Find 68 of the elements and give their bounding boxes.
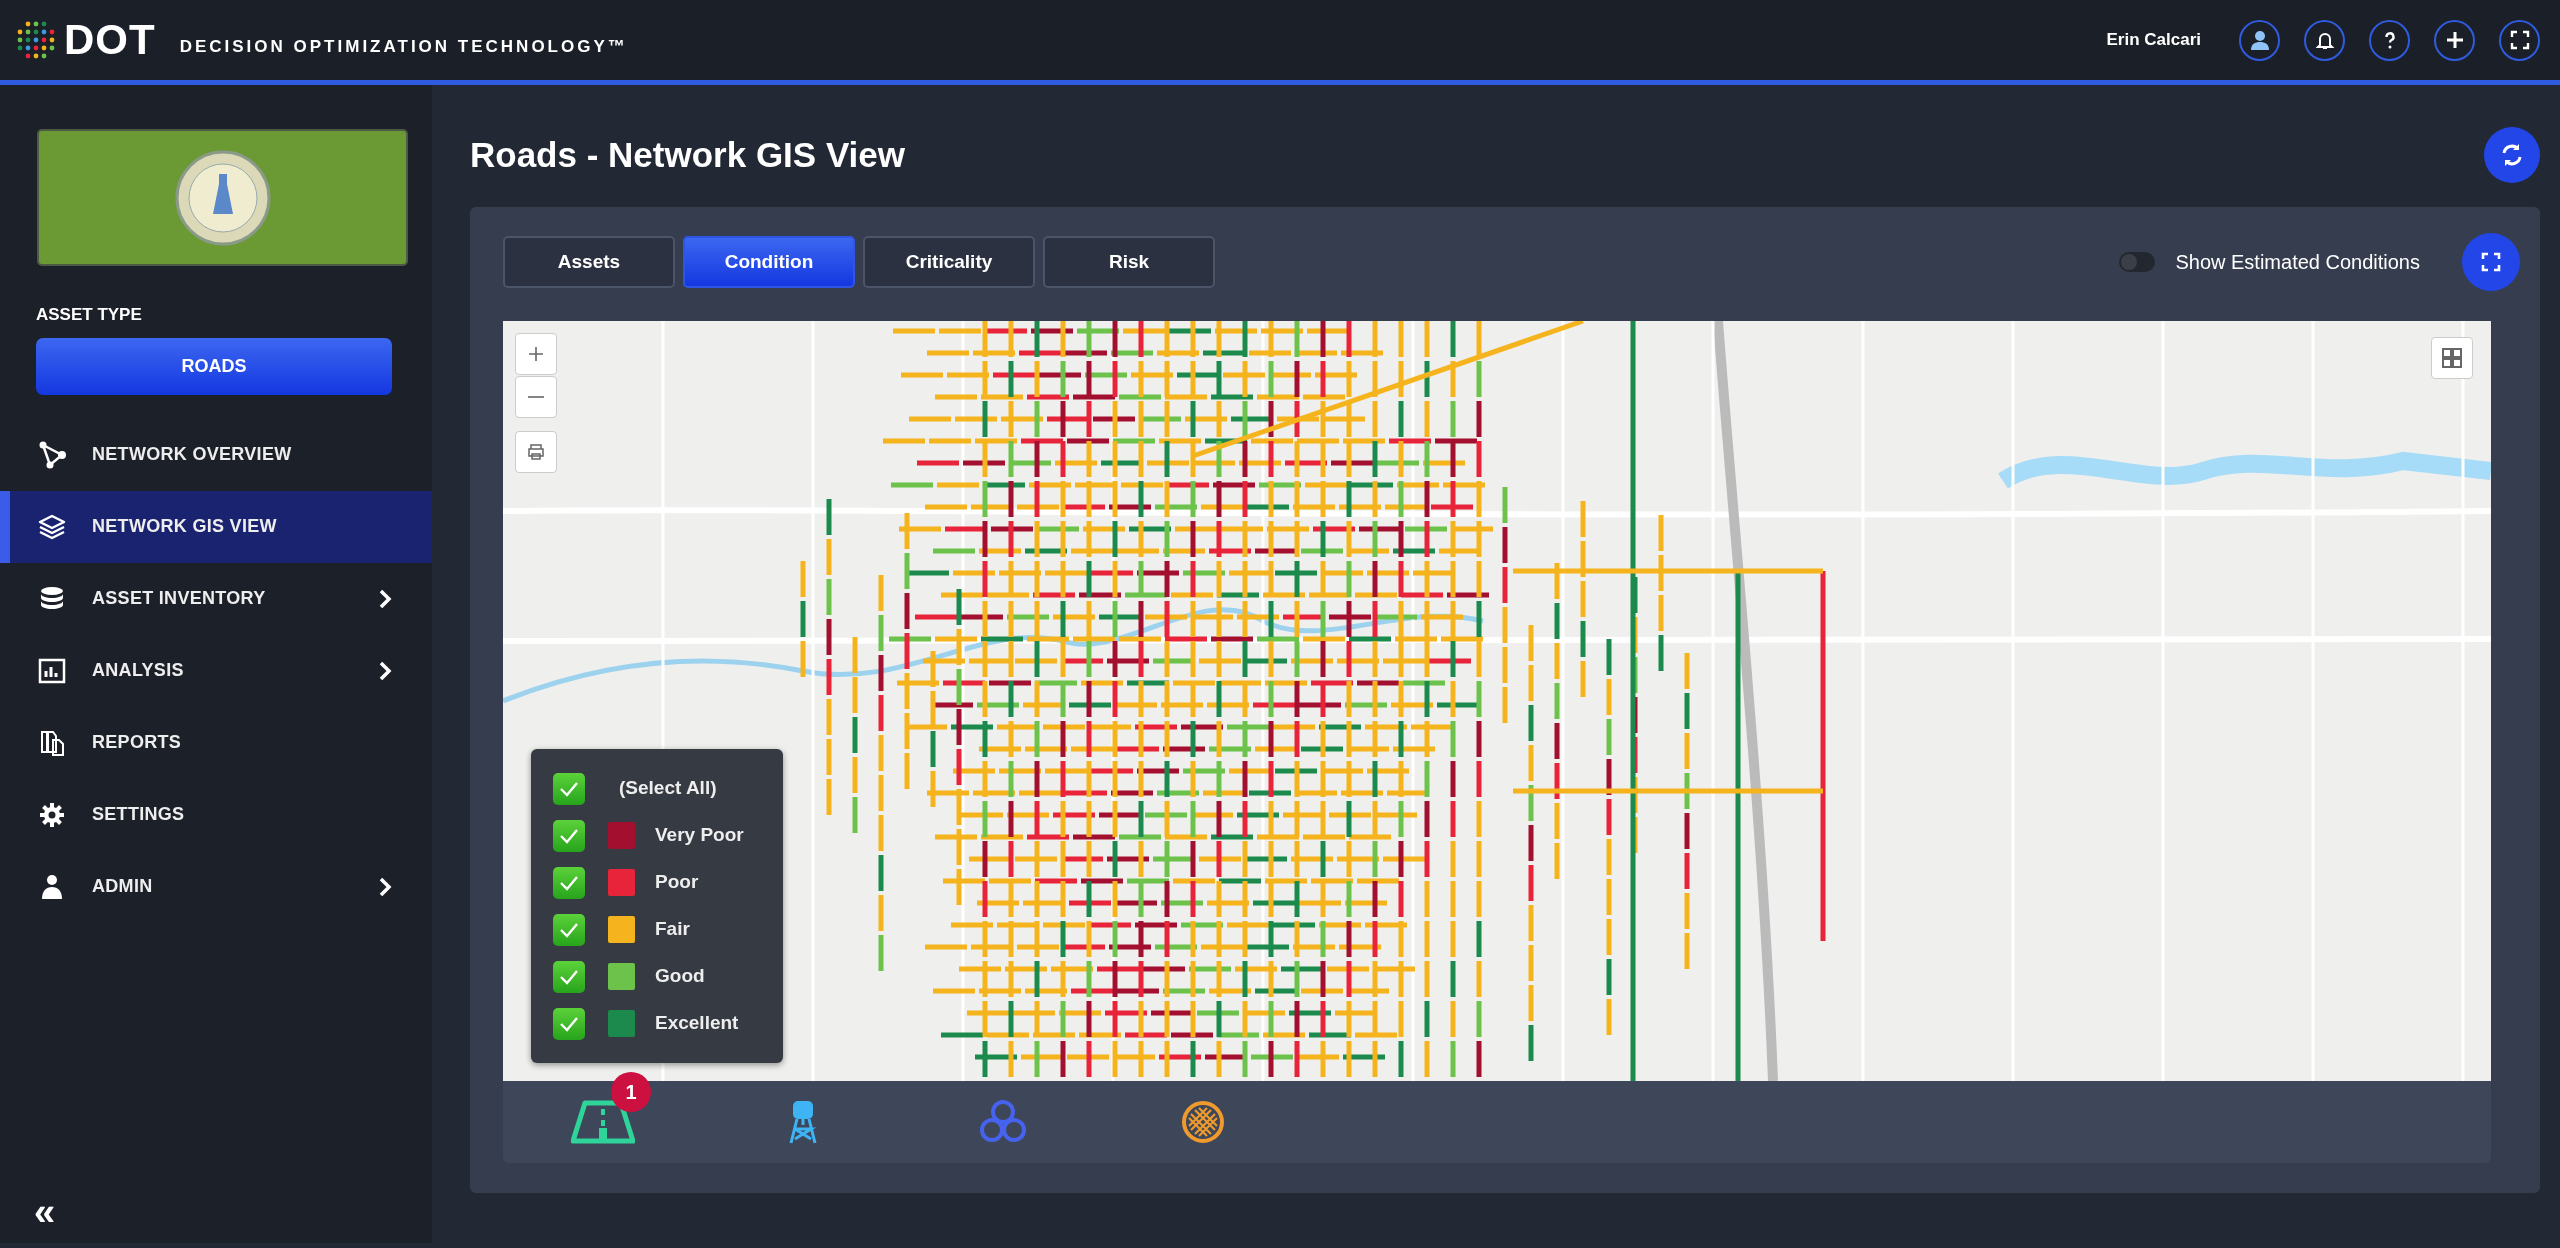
help-button[interactable]	[2369, 19, 2410, 61]
check-icon	[559, 780, 579, 797]
collapse-sidebar-button[interactable]: «	[34, 1193, 56, 1231]
sidebar-item[interactable]: ADMIN	[0, 850, 432, 923]
check-icon	[559, 921, 579, 938]
chevron-right-icon	[378, 875, 392, 898]
legend-label: Excellent	[655, 1011, 739, 1036]
chevron-right-icon	[378, 659, 392, 682]
sidebar-item[interactable]: REPORTS	[0, 706, 432, 779]
checkbox[interactable]	[553, 960, 585, 993]
checkbox[interactable]	[553, 819, 585, 852]
fullscreen-button[interactable]	[2462, 233, 2520, 291]
road-icon	[571, 1099, 635, 1145]
checkbox[interactable]	[553, 866, 585, 899]
tab[interactable]: Assets	[503, 236, 675, 288]
print-button[interactable]	[515, 431, 557, 473]
plus-icon	[527, 345, 545, 363]
logo-dots-icon	[16, 20, 56, 60]
sidebar-item[interactable]: SETTINGS	[0, 778, 432, 851]
layers-icon	[38, 512, 66, 541]
add-button[interactable]	[2434, 19, 2475, 61]
logo-text: DOT	[64, 19, 156, 61]
user-name: Erin Calcari	[2106, 29, 2201, 52]
checkbox[interactable]	[553, 913, 585, 946]
tab[interactable]: Criticality	[863, 236, 1035, 288]
water-tower-icon	[787, 1099, 819, 1145]
zoom-in-button[interactable]	[515, 333, 557, 375]
check-icon	[559, 1015, 579, 1032]
refresh-button[interactable]	[2484, 127, 2540, 183]
fullscreen-button[interactable]	[2499, 19, 2540, 61]
gear-icon	[38, 800, 66, 829]
chevron-right-icon	[378, 587, 392, 610]
legend-label: Very Poor	[655, 823, 744, 848]
network-nodes-icon	[38, 440, 66, 469]
notification-badge: 1	[611, 1072, 651, 1112]
checkbox[interactable]	[553, 1007, 585, 1040]
tagline: DECISION OPTIMIZATION TECHNOLOGY™	[179, 36, 628, 59]
page-title: Roads - Network GIS View	[470, 134, 906, 176]
sidebar-item[interactable]: ANALYSIS	[0, 634, 432, 707]
three-circles-icon	[979, 1100, 1027, 1144]
fullscreen-icon	[2479, 250, 2503, 274]
legend-label: (Select All)	[619, 776, 717, 801]
check-icon	[559, 827, 579, 844]
manhole-cover-icon	[1181, 1100, 1225, 1144]
printer-icon	[526, 443, 546, 461]
legend-label: Good	[655, 964, 705, 989]
asset-type-label: ASSET TYPE	[36, 304, 143, 326]
documents-icon	[38, 728, 66, 757]
tab[interactable]: Condition	[683, 236, 855, 288]
bell-button[interactable]	[2304, 19, 2345, 61]
legend-label: Fair	[655, 917, 690, 942]
check-icon	[559, 968, 579, 985]
city-seal-icon	[174, 149, 271, 246]
checkbox[interactable]	[553, 772, 585, 805]
tab[interactable]: Risk	[1043, 236, 1215, 288]
estimated-conditions-switch[interactable]	[2119, 252, 2156, 272]
legend-label: Poor	[655, 870, 699, 895]
check-icon	[559, 874, 579, 891]
switch-label: Show Estimated Conditions	[2175, 250, 2420, 275]
grid-icon	[2441, 347, 2463, 369]
sidebar-item[interactable]: NETWORK GIS VIEW	[0, 490, 432, 563]
asset-type-button[interactable]: ROADS	[36, 337, 392, 395]
bar-chart-icon	[38, 656, 66, 685]
minus-icon	[528, 396, 544, 398]
sidebar-item[interactable]: NETWORK OVERVIEW	[0, 418, 432, 491]
user-button[interactable]	[2239, 19, 2280, 61]
sidebar-item[interactable]: ASSET INVENTORY	[0, 562, 432, 635]
basemap-button[interactable]	[2431, 337, 2473, 379]
